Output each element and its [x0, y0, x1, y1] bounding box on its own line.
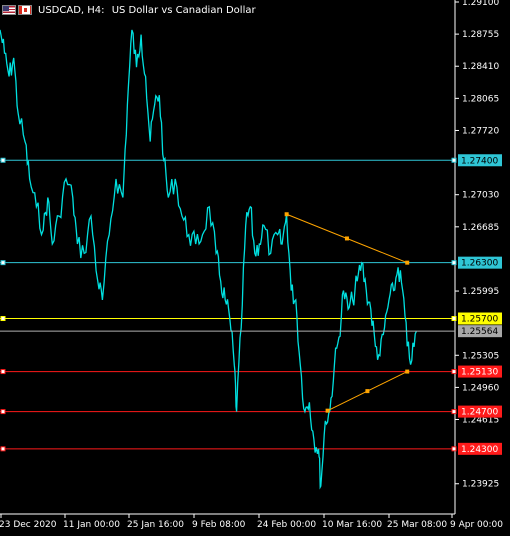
bid-price-label: 1.25564	[461, 327, 498, 337]
level-price-label: 1.24300	[461, 445, 498, 455]
price-chart[interactable]: 1.29100 1.28755 1.28410 1.28065 1.27720 1.270…	[0, 0, 510, 536]
price-tick-label: 1.27030	[462, 191, 499, 201]
level-anchor-right[interactable]	[451, 446, 457, 452]
price-tick-label: 1.28065	[462, 94, 499, 104]
chart-title: USDCAD, H4: US Dollar vs Canadian Dollar	[38, 5, 256, 16]
time-tick-label: 11 Jan 00:00	[63, 520, 120, 530]
time-tick-label: 25 Jan 16:00	[127, 520, 184, 530]
level-anchor-left[interactable]	[0, 369, 6, 375]
level-anchor-left[interactable]	[0, 316, 6, 322]
time-tick-label: 9 Apr 00:00	[450, 520, 503, 530]
price-tick-label: 1.23925	[462, 480, 499, 490]
price-tick-label: 1.26685	[462, 223, 499, 233]
price-tick-label: 1.25995	[462, 287, 499, 297]
time-tick-label: 9 Feb 08:00	[192, 520, 246, 530]
price-tick-label: 1.25305	[462, 351, 499, 361]
us-flag-icon	[2, 5, 16, 15]
level-anchor-left[interactable]	[0, 446, 6, 452]
symbol-label: USDCAD, H4:	[38, 4, 105, 16]
price-tick-label: 1.27720	[462, 126, 499, 136]
trendline-handle[interactable]	[365, 389, 370, 394]
time-tick-label: 24 Feb 00:00	[257, 520, 316, 530]
trendline-handle[interactable]	[325, 408, 330, 413]
level-anchor-right[interactable]	[451, 157, 457, 163]
trendline-handle[interactable]	[405, 260, 410, 265]
level-anchor-left[interactable]	[0, 409, 6, 415]
level-anchor-right[interactable]	[451, 369, 457, 375]
level-price-label: 1.25700	[461, 315, 498, 325]
level-anchor-right[interactable]	[451, 316, 457, 322]
level-anchor-left[interactable]	[0, 260, 6, 266]
chart-title-bar: USDCAD, H4: US Dollar vs Canadian Dollar	[2, 2, 256, 18]
time-tick-label: 25 Mar 08:00	[387, 520, 447, 530]
level-anchor-left[interactable]	[0, 157, 6, 163]
trendline-handle[interactable]	[344, 236, 349, 241]
price-tick-label: 1.24960	[462, 383, 499, 393]
trendline-handle[interactable]	[284, 212, 289, 217]
time-tick-label: 23 Dec 2020	[0, 520, 57, 530]
level-price-label: 1.25130	[461, 368, 498, 378]
symbol-description: US Dollar vs Canadian Dollar	[111, 4, 256, 16]
level-anchor-right[interactable]	[451, 260, 457, 266]
level-anchor-right[interactable]	[451, 409, 457, 415]
price-series-line	[0, 29, 417, 490]
level-price-label: 1.27400	[461, 156, 498, 166]
time-tick-label: 10 Mar 16:00	[322, 520, 382, 530]
canada-flag-icon	[18, 5, 32, 15]
level-price-label: 1.26300	[461, 259, 498, 269]
price-tick-label: 1.28755	[462, 30, 499, 40]
trendline-handle[interactable]	[405, 369, 410, 374]
price-tick-label: 1.28410	[462, 62, 499, 72]
price-tick-label: 1.29100	[462, 0, 499, 8]
level-price-label: 1.24700	[461, 408, 498, 418]
